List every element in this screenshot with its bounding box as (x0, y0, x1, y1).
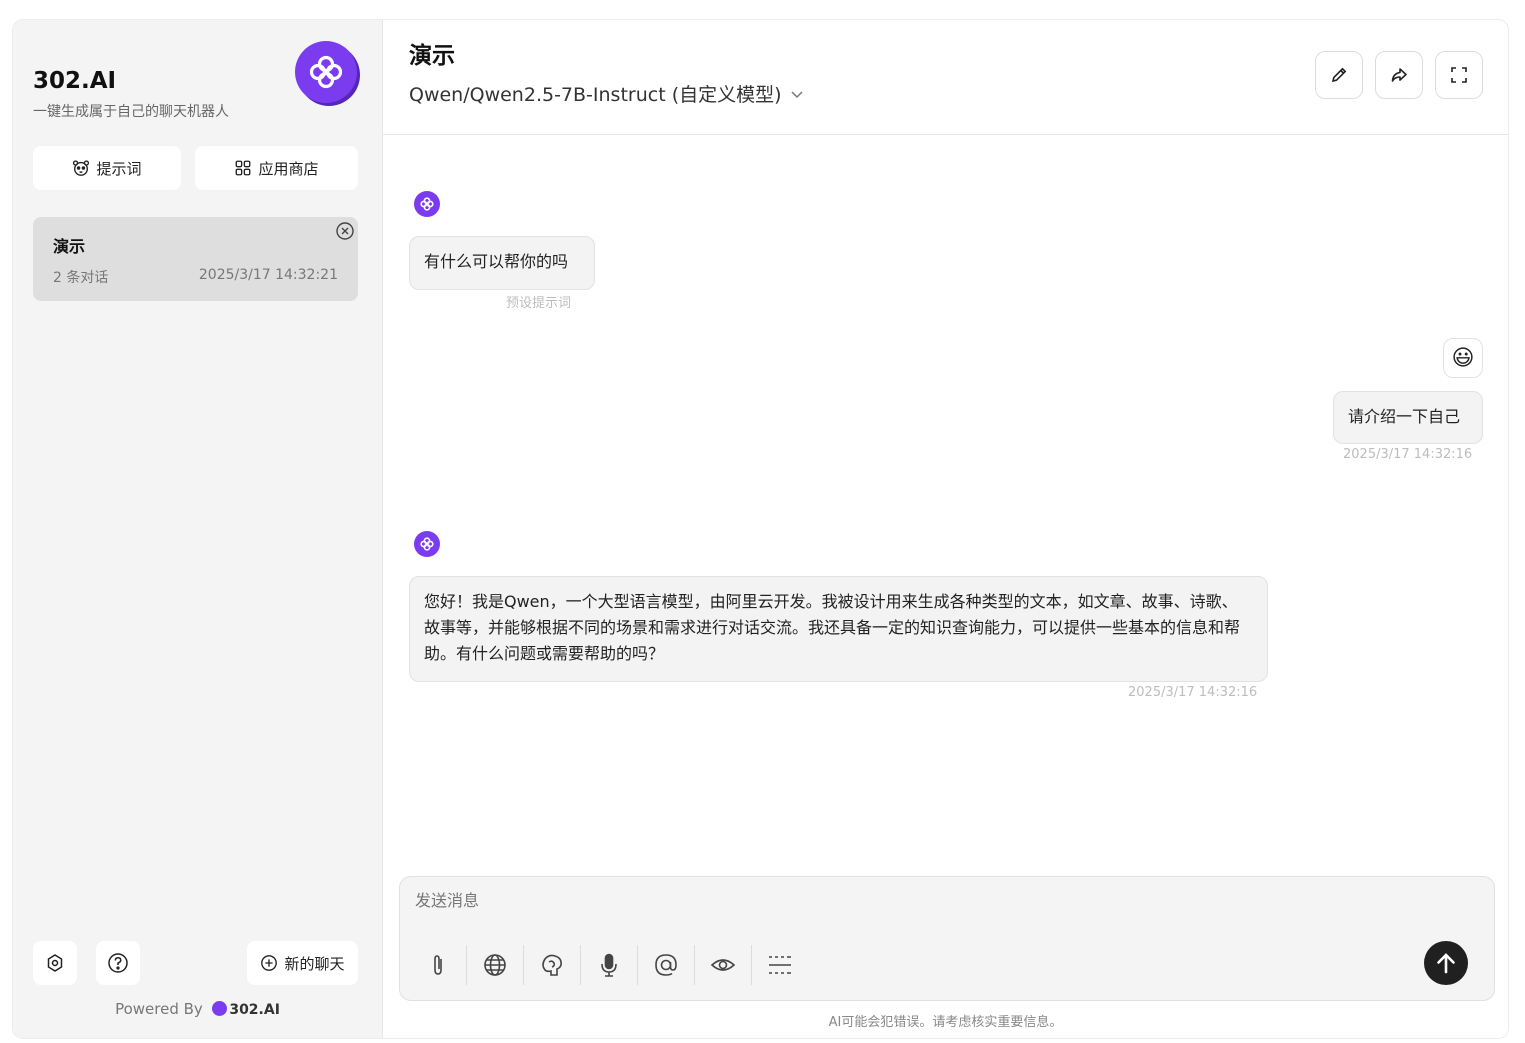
message-text: 您好！我是Qwen，一个大型语言模型，由阿里云开发。我被设计用来生成各种类型的文… (424, 592, 1241, 663)
brand-subtitle: 一键生成属于自己的聊天机器人 (33, 104, 229, 120)
brand-logo-icon (295, 41, 357, 103)
voice-button[interactable] (581, 945, 638, 985)
page-title: 演示 (409, 43, 455, 69)
arrow-up-icon (1437, 953, 1455, 974)
message-text: 请介绍一下自己 (1348, 407, 1461, 426)
brain-icon (542, 954, 562, 976)
model-name: Qwen/Qwen2.5-7B-Instruct (自定义模型) (409, 84, 782, 106)
conversation-title: 演示 (53, 237, 86, 256)
conversation-date: 2025/3/17 14:32:21 (198, 267, 338, 283)
share-icon (1391, 68, 1407, 82)
edit-button[interactable] (1315, 51, 1363, 99)
help-icon (108, 953, 128, 973)
at-icon (655, 954, 677, 976)
message-text: 有什么可以帮你的吗 (424, 252, 569, 271)
powered-by-text: Powered By (115, 1000, 203, 1018)
reasoning-button[interactable] (524, 945, 581, 985)
chevron-down-icon (790, 90, 803, 98)
attach-button[interactable] (410, 945, 467, 985)
powered-brand[interactable]: 302.AI (229, 1002, 280, 1018)
message-input[interactable] (413, 890, 1117, 911)
brand-title: 302.AI (33, 68, 117, 94)
user-avatar-icon: 😃 (1443, 338, 1483, 378)
share-button[interactable] (1375, 51, 1423, 99)
model-selector[interactable]: Qwen/Qwen2.5-7B-Instruct (自定义模型) (409, 80, 804, 107)
globe-icon (484, 954, 506, 976)
close-icon[interactable] (335, 221, 355, 241)
settings-button[interactable] (33, 941, 77, 985)
attachment-icon (434, 955, 442, 975)
message-composer (399, 876, 1495, 1001)
app-window: 302.AI 一键生成属于自己的聊天机器人 提示词 应用商店 演示 2 条对话 … (13, 20, 1508, 1038)
prompts-label: 提示词 (96, 159, 142, 178)
user-message-bubble: 请介绍一下自己 (1333, 391, 1483, 444)
microphone-icon (601, 953, 617, 977)
composer-toolbar (410, 945, 808, 985)
more-icon (769, 956, 791, 974)
eye-icon (710, 959, 736, 971)
panda-icon (73, 160, 90, 176)
assistant-message-bubble: 有什么可以帮你的吗 (409, 236, 595, 290)
plus-circle-icon (261, 955, 278, 971)
app-store-button[interactable]: 应用商店 (195, 146, 358, 190)
chat-main: 演示 Qwen/Qwen2.5-7B-Instruct (自定义模型) 有什么可… (383, 20, 1508, 1038)
grid-icon (236, 160, 251, 176)
conversation-item[interactable]: 演示 2 条对话 2025/3/17 14:32:21 (33, 217, 358, 301)
chat-header: 演示 Qwen/Qwen2.5-7B-Instruct (自定义模型) (383, 20, 1508, 135)
new-chat-label: 新的聊天 (284, 954, 345, 973)
prompts-button[interactable]: 提示词 (33, 146, 181, 190)
message-timestamp: 2025/3/17 14:32:16 (1343, 447, 1473, 462)
fullscreen-button[interactable] (1435, 51, 1483, 99)
send-button[interactable] (1424, 941, 1468, 985)
sidebar: 302.AI 一键生成属于自己的聊天机器人 提示词 应用商店 演示 2 条对话 … (13, 20, 383, 1038)
more-button[interactable] (752, 945, 808, 985)
bot-avatar-icon (414, 531, 440, 557)
bot-avatar-icon (414, 191, 440, 217)
powered-logo-icon (212, 1001, 228, 1016)
assistant-message-bubble: 您好！我是Qwen，一个大型语言模型，由阿里云开发。我被设计用来生成各种类型的文… (409, 576, 1268, 682)
help-button[interactable] (96, 941, 140, 985)
pencil-icon (1331, 67, 1347, 83)
disclaimer: AI可能会犯错误。请考虑核实重要信息。 (828, 1015, 1063, 1030)
web-search-button[interactable] (467, 945, 524, 985)
mention-button[interactable] (638, 945, 695, 985)
message-timestamp: 2025/3/17 14:32:16 (1128, 685, 1258, 700)
preview-button[interactable] (695, 945, 752, 985)
settings-icon (47, 954, 63, 972)
conversation-count: 2 条对话 (53, 270, 109, 286)
app-store-label: 应用商店 (258, 159, 319, 178)
message-meta: 预设提示词 (506, 296, 572, 311)
powered-by: Powered By 302.AI (13, 1000, 382, 1018)
fullscreen-icon (1451, 67, 1467, 83)
new-chat-button[interactable]: 新的聊天 (247, 941, 358, 985)
